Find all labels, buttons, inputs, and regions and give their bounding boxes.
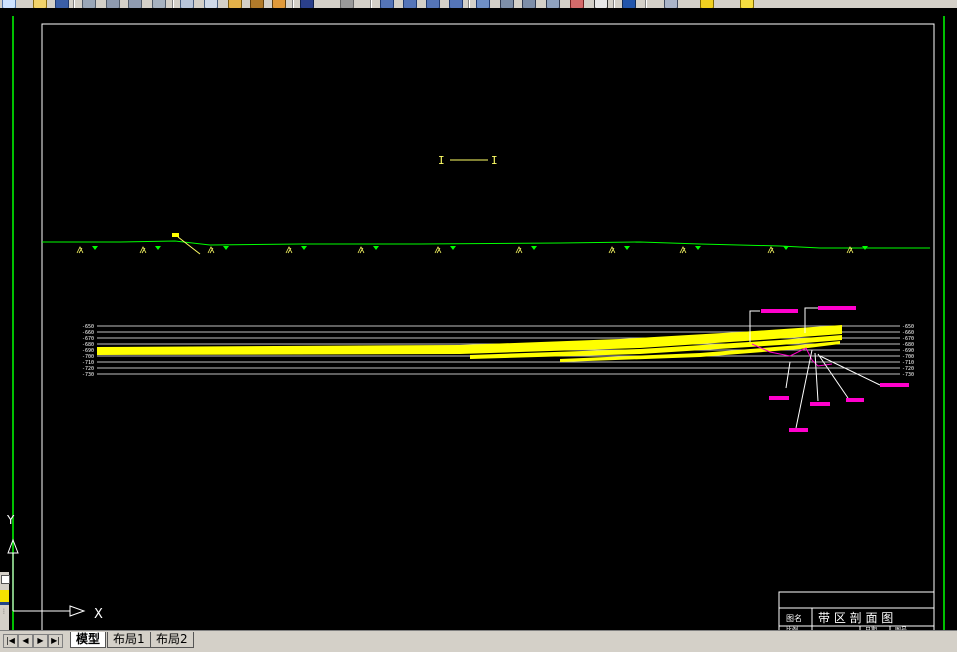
cut-icon[interactable] — [152, 0, 166, 8]
ground-hatch — [846, 246, 868, 254]
markup-icon[interactable] — [522, 0, 536, 8]
layout-tab-bar: |◀ ◀ ▶ ▶| 模型 布局1 布局2 — [0, 630, 957, 652]
drawing-svg: I I -650 -660 -670 -680 -690 -700 -710 -… — [6, 16, 945, 630]
info-icon[interactable] — [622, 0, 636, 8]
callout-label-5 — [846, 398, 864, 402]
next-tab-button[interactable]: ▶ — [33, 634, 48, 648]
calculator-icon[interactable] — [546, 0, 560, 8]
redo-icon[interactable] — [272, 0, 286, 8]
ground-hatch — [608, 246, 630, 254]
layer-icon[interactable] — [664, 0, 678, 8]
ground-hatch — [285, 246, 307, 254]
coal-seam-main — [97, 325, 842, 355]
new-icon[interactable] — [2, 0, 16, 8]
lock-icon[interactable] — [740, 0, 754, 8]
ucs-x-label: X — [94, 607, 103, 622]
grid-icon[interactable] — [594, 0, 608, 8]
ground-hatch — [767, 246, 789, 254]
marker-leader — [177, 236, 201, 255]
ground-hatch — [357, 246, 379, 254]
pan-icon[interactable] — [300, 0, 314, 8]
zoom-realtime-icon[interactable] — [340, 0, 354, 8]
match-icon[interactable] — [228, 0, 242, 8]
callout-label-3 — [769, 396, 789, 400]
layer-state-icon[interactable] — [700, 0, 714, 8]
ground-surface-line — [42, 240, 930, 249]
section-mark-left: I — [438, 154, 445, 167]
ground-hatch — [139, 246, 161, 254]
first-tab-button[interactable]: |◀ — [3, 634, 18, 648]
standard-toolbar — [0, 0, 957, 8]
design-center-icon[interactable] — [449, 0, 463, 8]
callout-label-4 — [810, 402, 830, 406]
dock-button-icon[interactable] — [1, 575, 10, 584]
ground-hatch — [76, 246, 98, 254]
section-mark-right: I — [491, 154, 498, 167]
tab-layout1[interactable]: 布局1 — [107, 632, 151, 648]
help-icon[interactable] — [570, 0, 584, 8]
callout-label-2 — [818, 306, 856, 310]
ground-hatch — [515, 246, 537, 254]
callout-label-7 — [789, 428, 808, 432]
title-block-name-label: 图名 — [786, 613, 802, 623]
title-block-title: 带 区 剖 面 图 — [818, 611, 893, 625]
publish-icon[interactable] — [128, 0, 142, 8]
callout-label-6 — [880, 383, 909, 387]
yellow-marker — [172, 233, 179, 237]
ground-hatch — [434, 246, 456, 254]
save-icon[interactable] — [55, 0, 69, 8]
paste-icon[interactable] — [204, 0, 218, 8]
ucs-icon — [7, 538, 86, 617]
copy-icon[interactable] — [180, 0, 194, 8]
properties-icon[interactable] — [426, 0, 440, 8]
ground-hatch-marks — [76, 246, 868, 254]
undo-icon[interactable] — [250, 0, 264, 8]
tab-layout2[interactable]: 布局2 — [150, 632, 194, 648]
zoom-previous-icon[interactable] — [403, 0, 417, 8]
ground-hatch — [679, 246, 701, 254]
callout-label-1 — [761, 309, 798, 313]
zoom-window-icon[interactable] — [380, 0, 394, 8]
tab-model[interactable]: 模型 — [70, 632, 107, 648]
tool-palette-icon[interactable] — [476, 0, 490, 8]
elevation-labels-right: -650 -660 -670 -680 -690 -700 -710 -720 … — [902, 324, 914, 378]
ground-hatch — [207, 246, 229, 254]
preview-icon[interactable] — [106, 0, 120, 8]
elevation-labels-left: -650 -660 -670 -680 -690 -700 -710 -720 … — [82, 324, 94, 378]
elev-left-8: -730 — [82, 372, 94, 378]
left-dock-panel[interactable]: ⋮ — [0, 572, 10, 630]
sheet-set-icon[interactable] — [500, 0, 514, 8]
model-space-canvas[interactable]: I I -650 -660 -670 -680 -690 -700 -710 -… — [0, 8, 957, 630]
elev-right-8: -730 — [902, 372, 914, 378]
plot-icon[interactable] — [82, 0, 96, 8]
ucs-y-label: Y — [6, 513, 15, 527]
open-icon[interactable] — [33, 0, 47, 8]
last-tab-button[interactable]: ▶| — [48, 634, 63, 648]
dock-grip-icon[interactable]: ⋮ — [1, 608, 8, 624]
dock-toolbar-icon[interactable] — [0, 590, 9, 605]
prev-tab-button[interactable]: ◀ — [18, 634, 33, 648]
drawing-frame — [41, 23, 935, 630]
